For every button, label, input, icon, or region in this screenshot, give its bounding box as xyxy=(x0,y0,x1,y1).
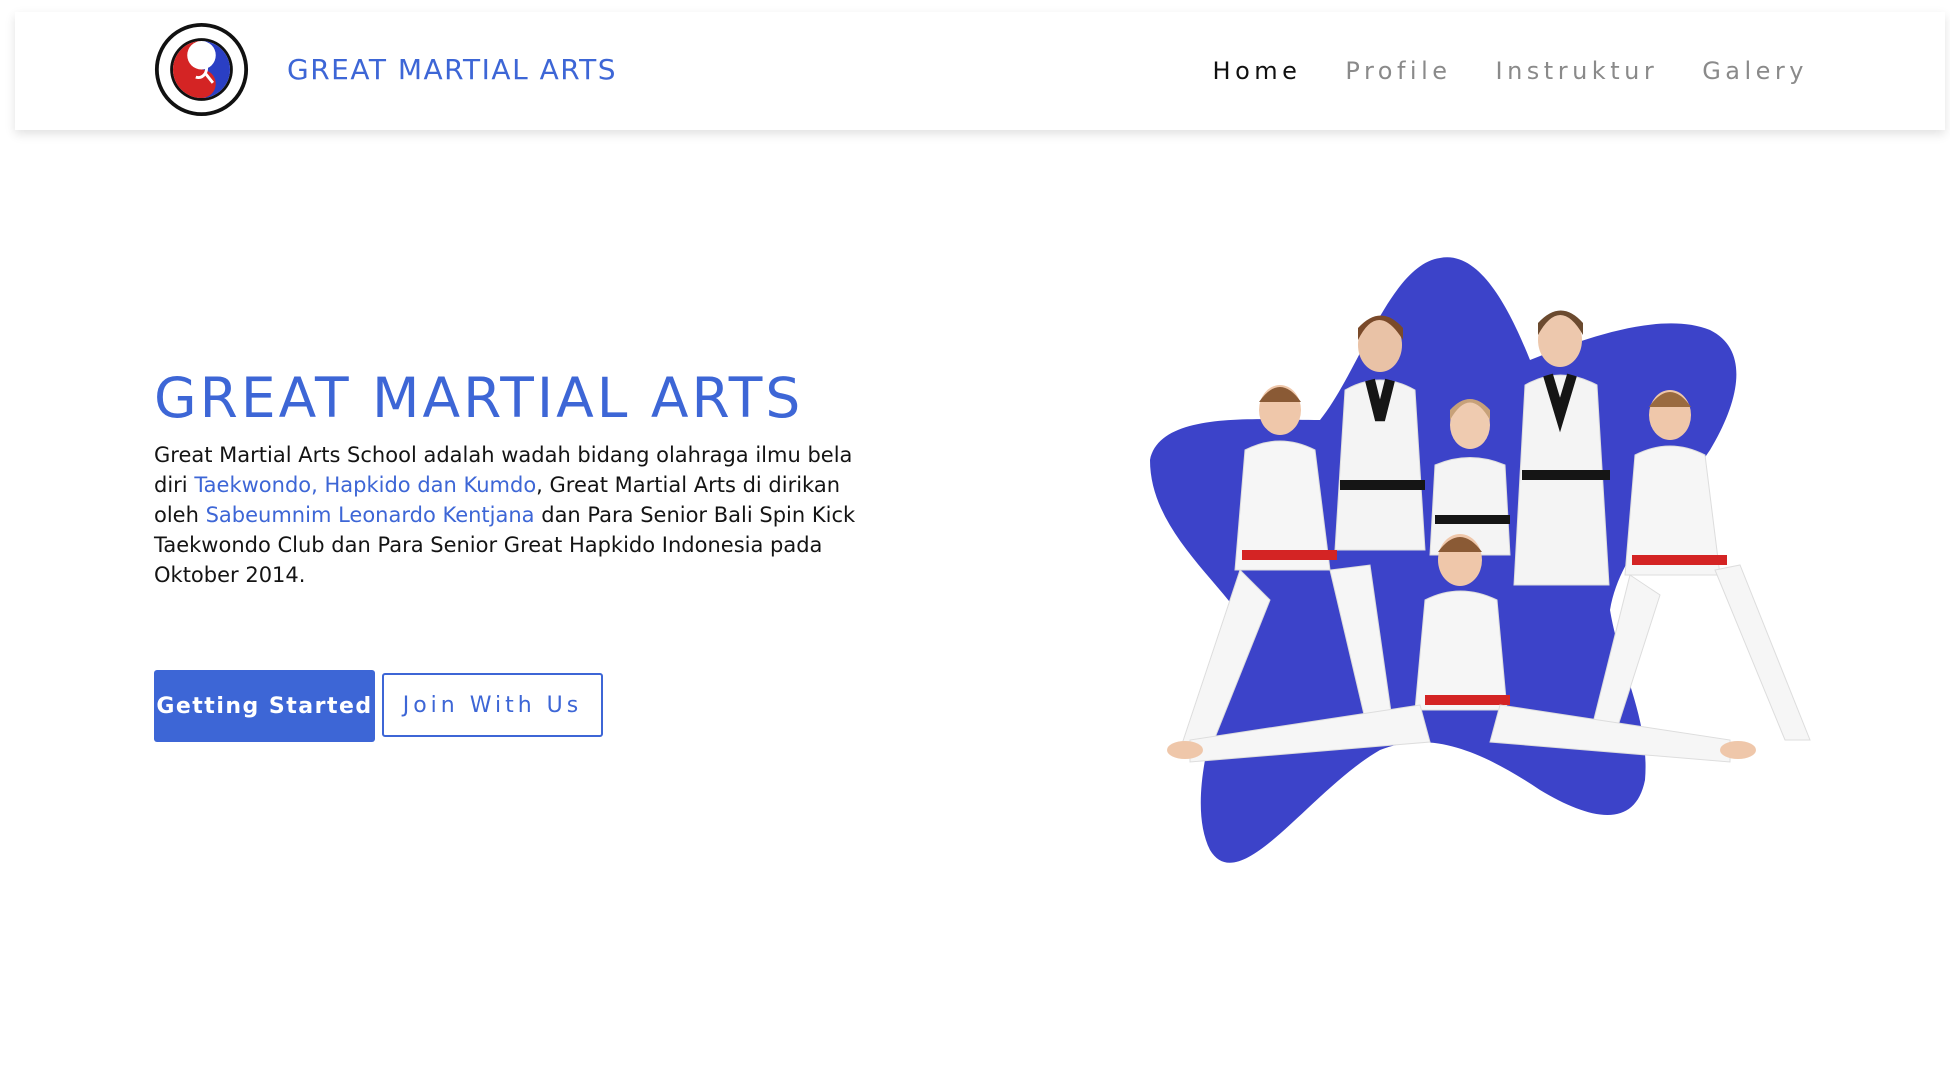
hero-description: Great Martial Arts School adalah wadah b… xyxy=(154,440,884,590)
nav-home[interactable]: Home xyxy=(1213,57,1302,85)
hero-highlight-founder: Sabeumnim Leonardo Kentjana xyxy=(205,503,535,527)
brand[interactable]: GREAT MARTIAL ARTS xyxy=(154,22,617,117)
brand-name: GREAT MARTIAL ARTS xyxy=(287,53,618,86)
hero-highlight-arts: Taekwondo, Hapkido dan Kumdo xyxy=(194,473,537,497)
nav-galery[interactable]: Galery xyxy=(1702,57,1808,85)
main-nav: Home Profile Instruktur Galery xyxy=(1213,12,1808,130)
navbar: GREAT MARTIAL ARTS Home Profile Instrukt… xyxy=(15,12,1945,130)
hero-title: GREAT MARTIAL ARTS xyxy=(154,366,804,430)
martial-arts-students-image xyxy=(1150,257,1811,863)
school-logo-icon xyxy=(154,22,249,117)
nav-instruktur[interactable]: Instruktur xyxy=(1496,57,1659,85)
nav-profile[interactable]: Profile xyxy=(1345,57,1451,85)
getting-started-button[interactable]: Getting Started xyxy=(154,670,375,742)
join-with-us-button[interactable]: Join With Us xyxy=(382,673,603,737)
